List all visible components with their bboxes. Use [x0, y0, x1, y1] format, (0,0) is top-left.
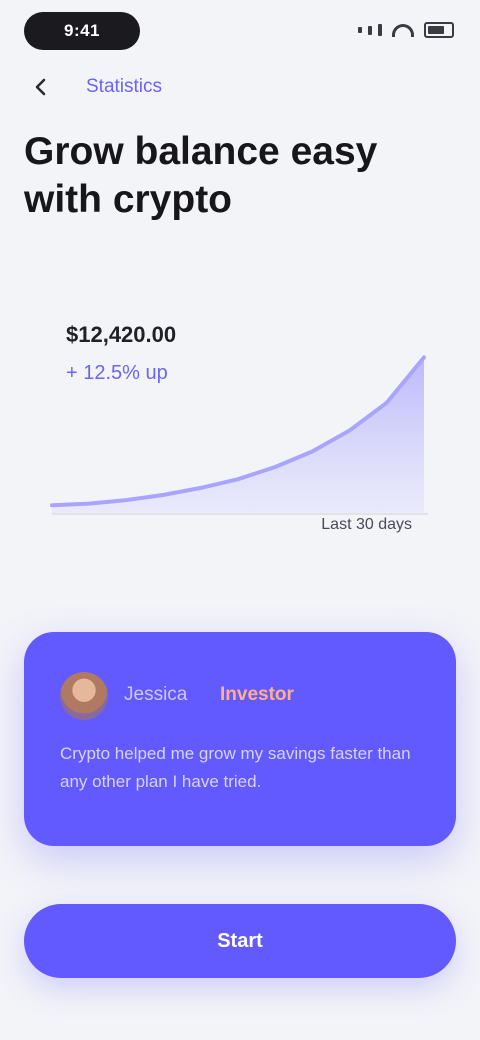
signal-icon-bar	[378, 24, 382, 36]
back-arrow-glyph	[35, 78, 46, 96]
balance-chart-card: $12,420.00 + 12.5% up Last 30 days	[44, 300, 436, 550]
back-arrow-icon[interactable]	[28, 74, 54, 100]
testimonial-tag: Investor	[220, 684, 294, 705]
testimonial-name: Jessica	[124, 684, 188, 705]
status-bar: 9:41	[0, 0, 480, 64]
battery-icon	[424, 22, 454, 38]
wifi-icon	[392, 23, 414, 37]
status-time: 9:41	[24, 12, 140, 50]
balance-value: $12,420.00	[66, 322, 177, 347]
signal-icon	[358, 27, 362, 33]
nav-row: Statistics	[28, 70, 162, 104]
chart-range-label: Last 30 days	[321, 516, 412, 533]
status-icons	[358, 22, 454, 38]
start-button[interactable]: Start	[24, 904, 456, 978]
statistics-link[interactable]: Statistics	[86, 76, 162, 98]
testimonial-body: Crypto helped me grow my savings faster …	[60, 744, 411, 791]
avatar	[60, 672, 108, 720]
testimonial-card[interactable]: Jessica Investor Crypto helped me grow m…	[24, 632, 456, 846]
page-title: Grow balance easy with crypto	[24, 130, 378, 221]
balance-change: + 12.5% up	[66, 362, 168, 384]
signal-icon-bar	[368, 25, 372, 35]
